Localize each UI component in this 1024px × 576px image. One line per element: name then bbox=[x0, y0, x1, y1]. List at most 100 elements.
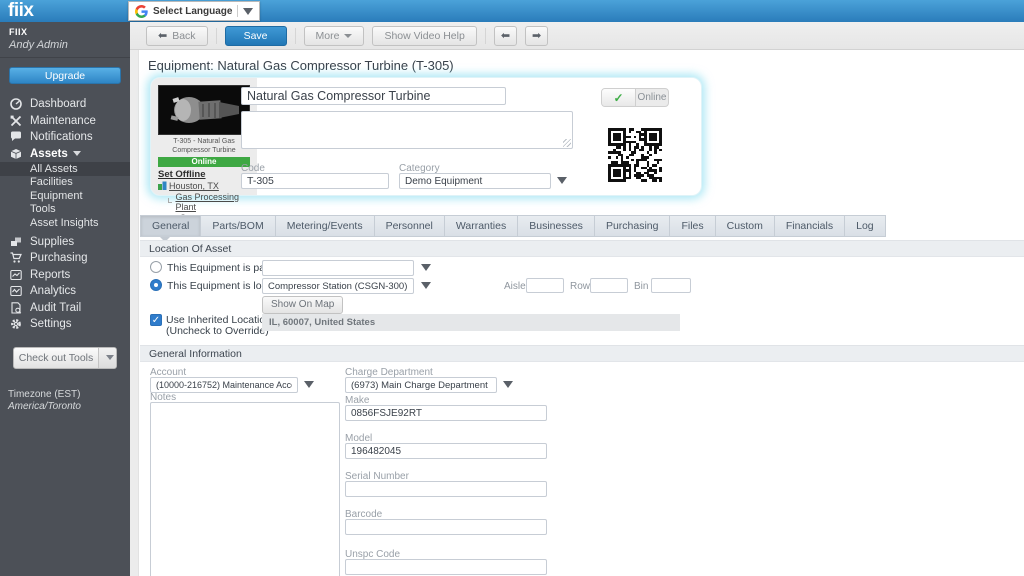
fiix-app-window: fiix Select Language FIIX Andy Admin Upg… bbox=[0, 0, 1024, 576]
gear-icon bbox=[10, 318, 23, 330]
more-button[interactable]: More bbox=[304, 26, 365, 46]
checkout-dropdown-icon[interactable] bbox=[98, 348, 116, 368]
cart-icon bbox=[10, 252, 23, 264]
upgrade-button[interactable]: Upgrade bbox=[9, 67, 121, 84]
sidebar-item-equipment[interactable]: Equipment bbox=[0, 189, 130, 203]
content-gutter bbox=[130, 50, 139, 576]
tab-files[interactable]: Files bbox=[670, 215, 715, 237]
sidebar-item-label: Dashboard bbox=[30, 98, 86, 110]
left-arrow-icon: ⬅ bbox=[501, 27, 510, 45]
tab-metering-events[interactable]: Metering/Events bbox=[276, 215, 375, 237]
prev-record-button[interactable]: ⬅ bbox=[494, 26, 517, 46]
sidebar-item-analytics[interactable]: Analytics bbox=[0, 283, 130, 300]
barcode-input[interactable] bbox=[345, 519, 547, 535]
bin-input[interactable] bbox=[651, 278, 691, 293]
speech-bubble-icon bbox=[10, 131, 23, 143]
row-input[interactable] bbox=[590, 278, 628, 293]
site-icon bbox=[158, 181, 167, 190]
chevron-down-icon bbox=[344, 34, 352, 38]
sidebar-item-label: Supplies bbox=[30, 236, 74, 248]
sidebar-item-audit-trail[interactable]: Audit Trail bbox=[0, 300, 130, 317]
tab-general[interactable]: General bbox=[140, 215, 201, 237]
check-out-tools-button[interactable]: Check out Tools bbox=[13, 347, 117, 369]
sidebar-item-all-assets[interactable]: All Assets bbox=[0, 162, 130, 176]
equipment-name-input[interactable] bbox=[241, 87, 506, 105]
sidebar-item-asset-insights[interactable]: Asset Insights bbox=[0, 216, 130, 230]
next-record-button[interactable]: ➡ bbox=[525, 26, 548, 46]
timezone-region: America/Toronto bbox=[8, 401, 130, 412]
equipment-photo-caption: T-305 - Natural Gas Compressor Turbine bbox=[158, 137, 250, 156]
sidebar-item-dashboard[interactable]: Dashboard bbox=[0, 96, 130, 113]
location-section-header: Location Of Asset bbox=[140, 240, 1024, 257]
online-check-icon[interactable]: ✓ bbox=[602, 89, 636, 106]
show-video-help-button[interactable]: Show Video Help bbox=[372, 26, 476, 46]
tree-link-plant[interactable]: Gas Processing Plant bbox=[175, 192, 250, 212]
part-of-dropdown-icon[interactable] bbox=[421, 264, 431, 271]
part-of-radio[interactable] bbox=[150, 261, 162, 273]
back-arrow-icon: ⬅ bbox=[158, 27, 167, 45]
sidebar-item-label: Reports bbox=[30, 269, 70, 281]
sidebar-item-settings[interactable]: Settings bbox=[0, 316, 130, 333]
show-on-map-button[interactable]: Show On Map bbox=[262, 296, 343, 314]
account-input[interactable] bbox=[150, 377, 298, 393]
category-input[interactable] bbox=[399, 173, 551, 189]
equipment-photo[interactable] bbox=[158, 85, 250, 135]
located-at-dropdown-icon[interactable] bbox=[421, 282, 431, 289]
sidebar-item-label: Assets bbox=[30, 148, 68, 160]
tree-link-houston[interactable]: Houston, TX bbox=[169, 181, 219, 191]
aisle-input[interactable] bbox=[526, 278, 564, 293]
detail-tabs: General Parts/BOM Metering/Events Person… bbox=[140, 215, 886, 237]
gauge-icon bbox=[10, 98, 23, 110]
set-offline-link[interactable]: Set Offline bbox=[158, 169, 250, 180]
inherited-location-sublabel: (Uncheck to Override) bbox=[166, 325, 269, 337]
equipment-summary-panel: T-305 - Natural Gas Compressor Turbine O… bbox=[150, 77, 702, 196]
online-status-toggle[interactable]: ✓ Online bbox=[601, 88, 669, 107]
unspc-code-input[interactable] bbox=[345, 559, 547, 575]
sidebar-item-purchasing[interactable]: Purchasing bbox=[0, 250, 130, 267]
back-button[interactable]: ⬅Back bbox=[146, 26, 208, 46]
timezone-label: Timezone (EST) bbox=[8, 389, 130, 400]
located-at-radio[interactable] bbox=[150, 279, 162, 291]
org-name: FIIX bbox=[9, 27, 121, 37]
notes-textarea[interactable] bbox=[150, 402, 340, 576]
sidebar-item-notifications[interactable]: Notifications bbox=[0, 129, 130, 146]
account-dropdown-icon[interactable] bbox=[304, 381, 314, 388]
charge-department-dropdown-icon[interactable] bbox=[503, 381, 513, 388]
tab-parts-bom[interactable]: Parts/BOM bbox=[201, 215, 275, 237]
sidebar-item-label: Maintenance bbox=[30, 115, 96, 127]
model-input[interactable] bbox=[345, 443, 547, 459]
sidebar-item-supplies[interactable]: Supplies bbox=[0, 234, 130, 251]
sidebar-item-label: Purchasing bbox=[30, 252, 88, 264]
select-language-label: Select Language bbox=[153, 6, 232, 17]
online-toggle-label: Online bbox=[636, 89, 668, 106]
save-button[interactable]: Save bbox=[225, 26, 287, 46]
sidebar-item-maintenance[interactable]: Maintenance bbox=[0, 113, 130, 130]
tools-icon bbox=[10, 115, 23, 127]
tab-financials[interactable]: Financials bbox=[775, 215, 845, 237]
code-input[interactable] bbox=[241, 173, 389, 189]
sidebar-item-tools[interactable]: Tools bbox=[0, 203, 130, 217]
sidebar-item-reports[interactable]: Reports bbox=[0, 267, 130, 284]
serial-number-input[interactable] bbox=[345, 481, 547, 497]
tab-personnel[interactable]: Personnel bbox=[375, 215, 445, 237]
part-of-input[interactable] bbox=[262, 260, 414, 276]
sidebar-item-assets[interactable]: Assets bbox=[0, 146, 130, 163]
google-translate-widget[interactable]: Select Language bbox=[128, 1, 260, 21]
use-inherited-location-checkbox[interactable] bbox=[150, 314, 162, 326]
category-dropdown-icon[interactable] bbox=[557, 177, 567, 184]
tab-purchasing[interactable]: Purchasing bbox=[595, 215, 671, 237]
equipment-description-textarea[interactable] bbox=[241, 111, 573, 149]
tab-warranties[interactable]: Warranties bbox=[445, 215, 518, 237]
tab-custom[interactable]: Custom bbox=[716, 215, 775, 237]
charge-department-input[interactable] bbox=[345, 377, 497, 393]
tab-log[interactable]: Log bbox=[845, 215, 886, 237]
language-dropdown-icon[interactable] bbox=[243, 8, 253, 15]
make-input[interactable] bbox=[345, 405, 547, 421]
bin-label: Bin bbox=[634, 281, 648, 292]
tab-businesses[interactable]: Businesses bbox=[518, 215, 595, 237]
resize-handle[interactable] bbox=[563, 139, 571, 147]
chart-icon bbox=[10, 269, 23, 281]
located-at-input[interactable] bbox=[262, 278, 414, 294]
audit-doc-icon bbox=[10, 302, 23, 314]
sidebar-item-facilities[interactable]: Facilities bbox=[0, 176, 130, 190]
